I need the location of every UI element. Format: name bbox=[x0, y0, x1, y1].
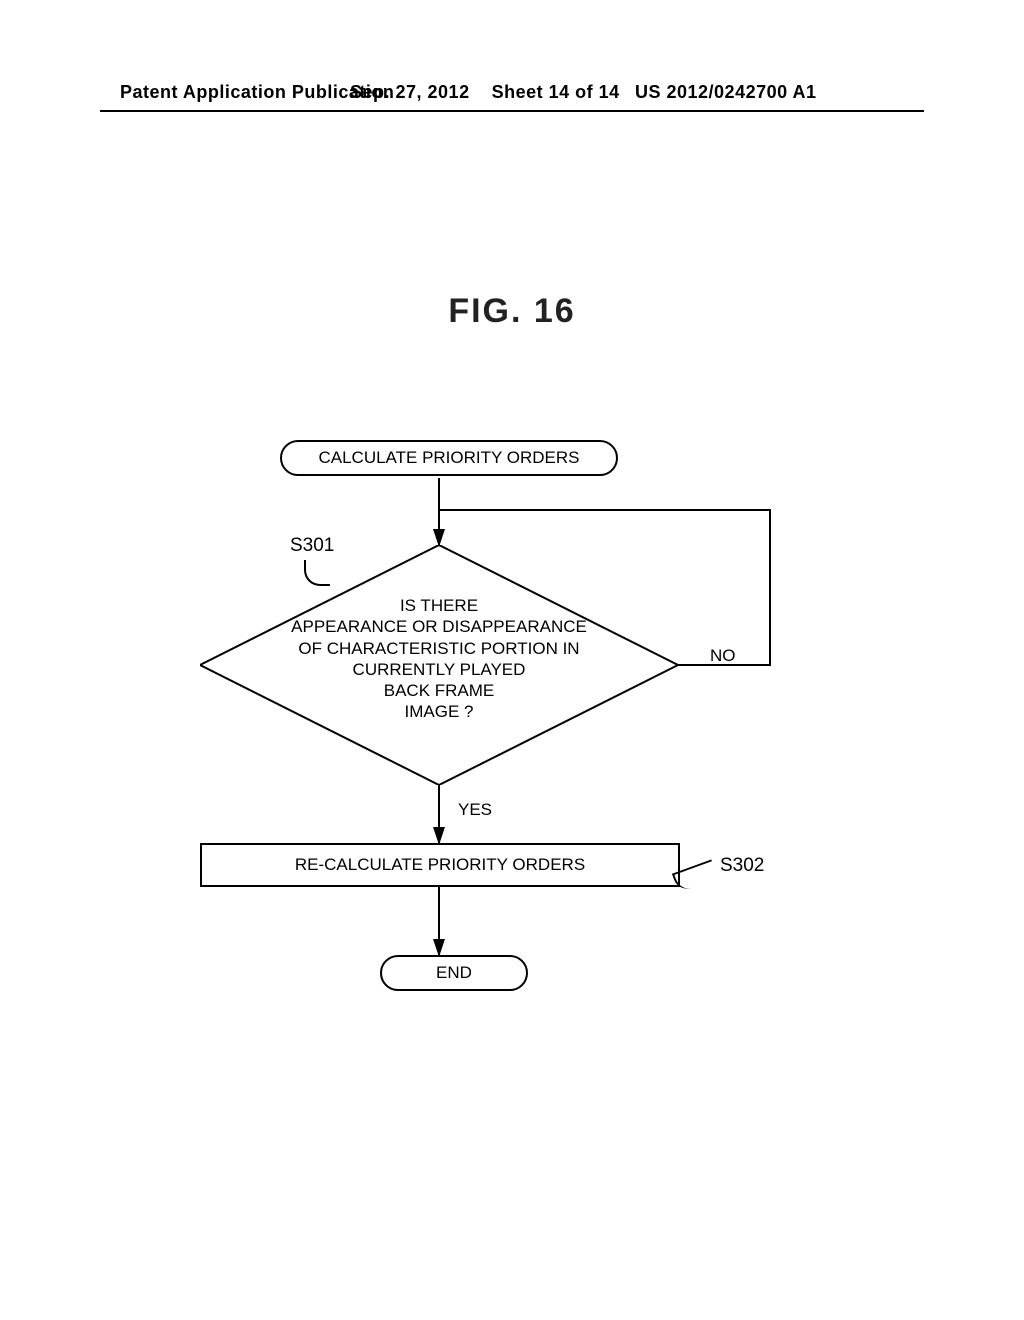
flow-connectors bbox=[0, 0, 1024, 1320]
